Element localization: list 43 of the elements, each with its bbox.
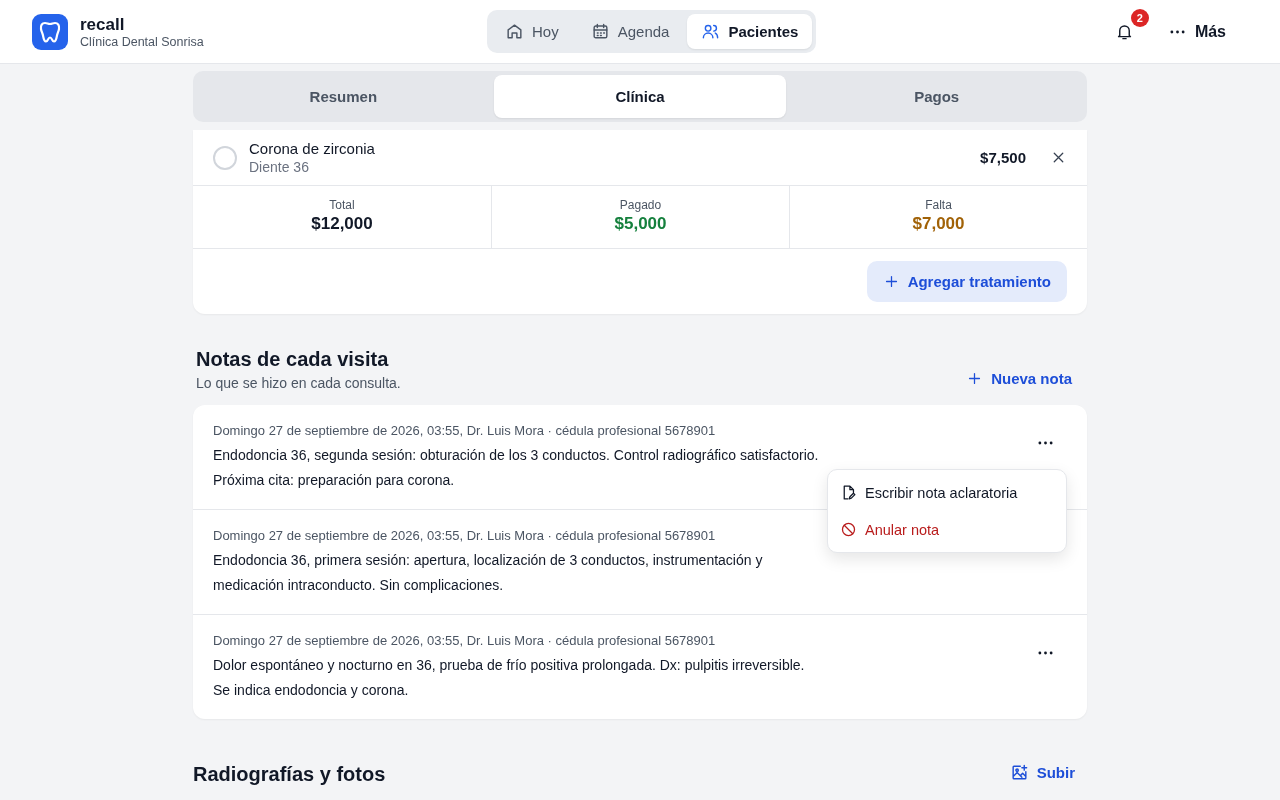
new-note-button[interactable]: Nueva nota	[954, 370, 1084, 391]
more-icon	[1038, 441, 1053, 445]
app-name: recall	[80, 14, 126, 35]
nav-tab[interactable]: Hoy	[491, 14, 573, 49]
users-icon	[701, 22, 721, 41]
total-label: Total	[329, 198, 355, 212]
total-value: $7,000	[912, 214, 965, 234]
menu-item[interactable]: Escribir nota aclaratoria	[828, 474, 1066, 511]
calendar-icon	[590, 22, 610, 41]
home-icon	[505, 22, 524, 41]
treatment-checkbox[interactable]	[213, 145, 237, 170]
section-tab[interactable]: Clínica	[493, 75, 787, 118]
section-title: Radiografías y fotos	[193, 763, 386, 786]
treatment-price: $7,500	[980, 149, 1026, 166]
more-menu-button[interactable]: Más	[1163, 21, 1232, 42]
total-label: Pagado	[619, 198, 662, 212]
total-value: $5,000	[614, 214, 667, 234]
section-tab[interactable]: Resumen	[197, 75, 490, 118]
clinic-name: Clínica Dental Sonrisa	[80, 34, 204, 49]
note-text: Endodoncia 36, primera sesión: apertura, localización de 3 conductos, instrumentación y medicación intraconducto. Sin complicaciones.	[213, 551, 764, 595]
add-treatment-button[interactable]: Agregar tratamiento	[866, 261, 1067, 302]
app-logo	[32, 13, 68, 50]
more-icon	[1038, 651, 1053, 655]
note-meta: Domingo 27 de septiembre de 2026, 03:55, Dr. Luis Mora · cédula profesional 5678901	[213, 423, 716, 438]
notification-badge: 2	[1130, 9, 1149, 27]
upload-button[interactable]: Subir	[997, 763, 1087, 786]
menu-item[interactable]: Anular nota	[828, 511, 1066, 548]
nav-tab[interactable]: Agenda	[576, 14, 684, 49]
treatment-name: Corona de zirconia	[249, 140, 375, 157]
section-tab[interactable]: Pagos	[790, 75, 1083, 118]
prohibited-icon	[840, 521, 857, 538]
note-text: Endodoncia 36, segunda sesión: obturación de los 3 conductos. Control radiográfico satisfactorio. Próxima cita: preparación para corona.	[213, 446, 820, 490]
note-text: Dolor espontáneo y nocturno en 36, prueba de frío positiva prolongada. Dx: pulpitis irreversible. Se indica endodoncia y corona.	[213, 656, 806, 700]
image-plus-icon	[1009, 763, 1029, 782]
section-subtitle: Lo que se hizo en cada consulta.	[196, 375, 401, 391]
nav-tab[interactable]: Pacientes	[687, 14, 813, 49]
total-label: Falta	[925, 198, 952, 212]
section-title: Notas de cada visita	[196, 348, 390, 371]
note-meta: Domingo 27 de septiembre de 2026, 03:55, Dr. Luis Mora · cédula profesional 5678901	[213, 528, 716, 543]
more-icon	[1169, 29, 1185, 34]
tooth-label: Diente 36	[249, 159, 310, 175]
note-meta: Domingo 27 de septiembre de 2026, 03:55, Dr. Luis Mora · cédula profesional 5678901	[213, 633, 716, 648]
total-value: $12,000	[311, 214, 373, 234]
